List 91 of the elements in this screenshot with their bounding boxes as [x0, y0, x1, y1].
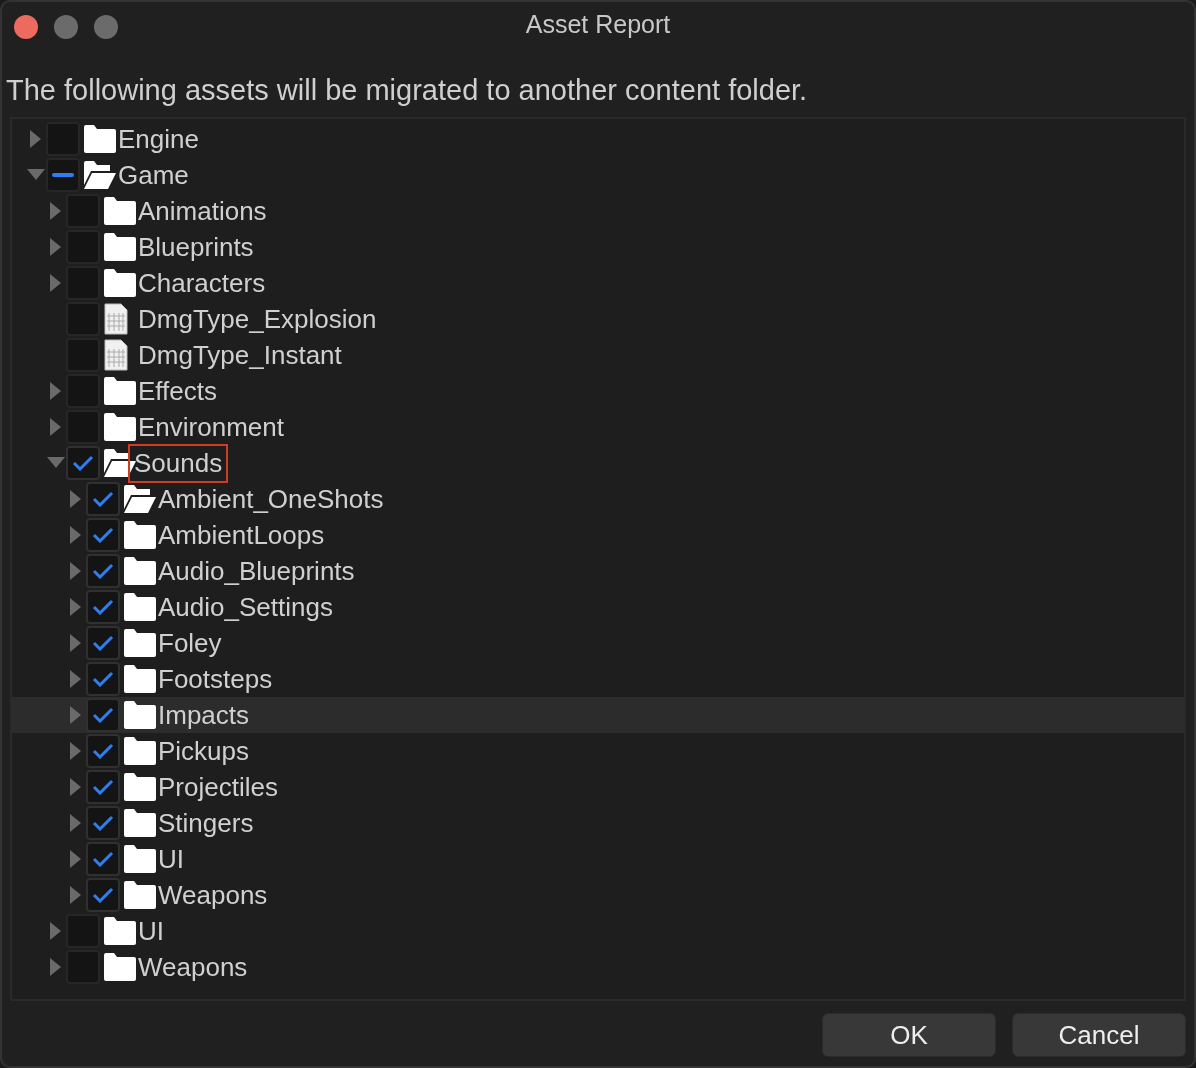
window-title: Asset Report	[525, 10, 671, 38]
folder-icon	[104, 917, 136, 945]
tree-item-label[interactable]: DmgType_Instant	[138, 339, 346, 371]
tree-item-label[interactable]: Foley	[158, 627, 226, 659]
expand-arrow-icon[interactable]	[70, 490, 82, 508]
folder-icon	[104, 233, 136, 261]
expand-arrow-icon[interactable]	[70, 886, 82, 904]
tree-item-label[interactable]: UI	[158, 843, 188, 875]
folder-icon	[104, 269, 136, 297]
tree-item-label[interactable]: Footsteps	[158, 663, 277, 695]
folder-icon	[124, 701, 156, 729]
checkbox[interactable]	[86, 554, 120, 588]
tree-item-label[interactable]: Impacts	[158, 699, 254, 731]
tree-item-label[interactable]: Projectiles	[158, 771, 282, 803]
checkbox[interactable]	[86, 806, 120, 840]
tree-item-label[interactable]: Stingers	[158, 807, 258, 839]
folder-icon	[104, 413, 136, 441]
folder-icon	[104, 197, 136, 225]
expand-arrow-icon[interactable]	[50, 382, 62, 400]
folder-icon	[124, 809, 156, 837]
collapse-arrow-icon[interactable]	[47, 457, 65, 469]
checkbox[interactable]	[66, 446, 100, 480]
checkbox[interactable]	[86, 734, 120, 768]
tree-item-label[interactable]: Engine	[118, 123, 203, 155]
folder-icon	[124, 845, 156, 873]
checkbox[interactable]	[86, 518, 120, 552]
expand-arrow-icon[interactable]	[50, 202, 62, 220]
close-button[interactable]	[14, 15, 38, 39]
expand-arrow-icon[interactable]	[50, 958, 62, 976]
expand-arrow-icon[interactable]	[70, 742, 82, 760]
expand-arrow-icon[interactable]	[70, 670, 82, 688]
tree-item-label[interactable]: Audio_Settings	[158, 591, 337, 623]
tree-item-label[interactable]: Ambient_OneShots	[158, 483, 388, 515]
expand-arrow-icon[interactable]	[70, 598, 82, 616]
tree-item-label[interactable]: Weapons	[138, 951, 252, 983]
checkbox[interactable]	[86, 842, 120, 876]
folder-icon	[124, 629, 156, 657]
expand-arrow-icon[interactable]	[70, 778, 82, 796]
tree-item-label[interactable]: DmgType_Explosion	[138, 303, 381, 335]
tree-item-label[interactable]: Environment	[138, 411, 288, 443]
expand-arrow-icon[interactable]	[70, 706, 82, 724]
ok-button[interactable]: OK	[822, 1013, 996, 1057]
tree-item-label[interactable]: UI	[138, 915, 168, 947]
checkbox[interactable]	[86, 770, 120, 804]
tree-item-label[interactable]: Sounds	[130, 445, 227, 481]
folder-icon	[124, 737, 156, 765]
checkbox[interactable]	[86, 482, 120, 516]
document-icon	[104, 339, 128, 371]
folder-icon	[124, 593, 156, 621]
tree-item-label[interactable]: Pickups	[158, 735, 254, 767]
checkbox[interactable]	[86, 590, 120, 624]
cancel-button[interactable]: Cancel	[1012, 1013, 1186, 1057]
expand-arrow-icon[interactable]	[70, 850, 82, 868]
expand-arrow-icon[interactable]	[70, 526, 82, 544]
collapse-arrow-icon[interactable]	[27, 169, 45, 181]
tree-item-label[interactable]: Weapons	[158, 879, 272, 911]
open-folder-icon	[84, 161, 116, 189]
checkbox[interactable]	[46, 158, 80, 192]
tree-item-label[interactable]: AmbientLoops	[158, 519, 329, 551]
open-folder-icon	[124, 485, 156, 513]
folder-icon	[84, 125, 116, 153]
checkbox[interactable]	[86, 698, 120, 732]
message-text: The following assets will be migrated to another content folder.	[5, 73, 809, 108]
folder-icon	[104, 377, 136, 405]
expand-arrow-icon[interactable]	[30, 130, 42, 148]
tree-item-label[interactable]: Animations	[138, 195, 271, 227]
expand-arrow-icon[interactable]	[50, 418, 62, 436]
tree-item-label[interactable]: Audio_Blueprints	[158, 555, 359, 587]
expand-arrow-icon[interactable]	[70, 562, 82, 580]
checkbox[interactable]	[86, 662, 120, 696]
document-icon	[104, 303, 128, 335]
folder-icon	[104, 953, 136, 981]
tree-item-label[interactable]: Game	[118, 159, 193, 191]
open-folder-icon	[104, 449, 136, 477]
folder-icon	[124, 521, 156, 549]
tree-item-label[interactable]: Blueprints	[138, 231, 258, 263]
checkbox[interactable]	[86, 878, 120, 912]
checkbox[interactable]	[86, 626, 120, 660]
folder-icon	[124, 665, 156, 693]
folder-icon	[124, 881, 156, 909]
expand-arrow-icon[interactable]	[70, 814, 82, 832]
tree-item-label[interactable]: Characters	[138, 267, 270, 299]
minimize-button[interactable]	[54, 15, 78, 39]
folder-icon	[124, 557, 156, 585]
expand-arrow-icon[interactable]	[70, 634, 82, 652]
expand-arrow-icon[interactable]	[50, 274, 62, 292]
folder-icon	[124, 773, 156, 801]
tree-item-label[interactable]: Effects	[138, 375, 221, 407]
expand-arrow-icon[interactable]	[50, 238, 62, 256]
expand-arrow-icon[interactable]	[50, 922, 62, 940]
zoom-button[interactable]	[94, 15, 118, 39]
